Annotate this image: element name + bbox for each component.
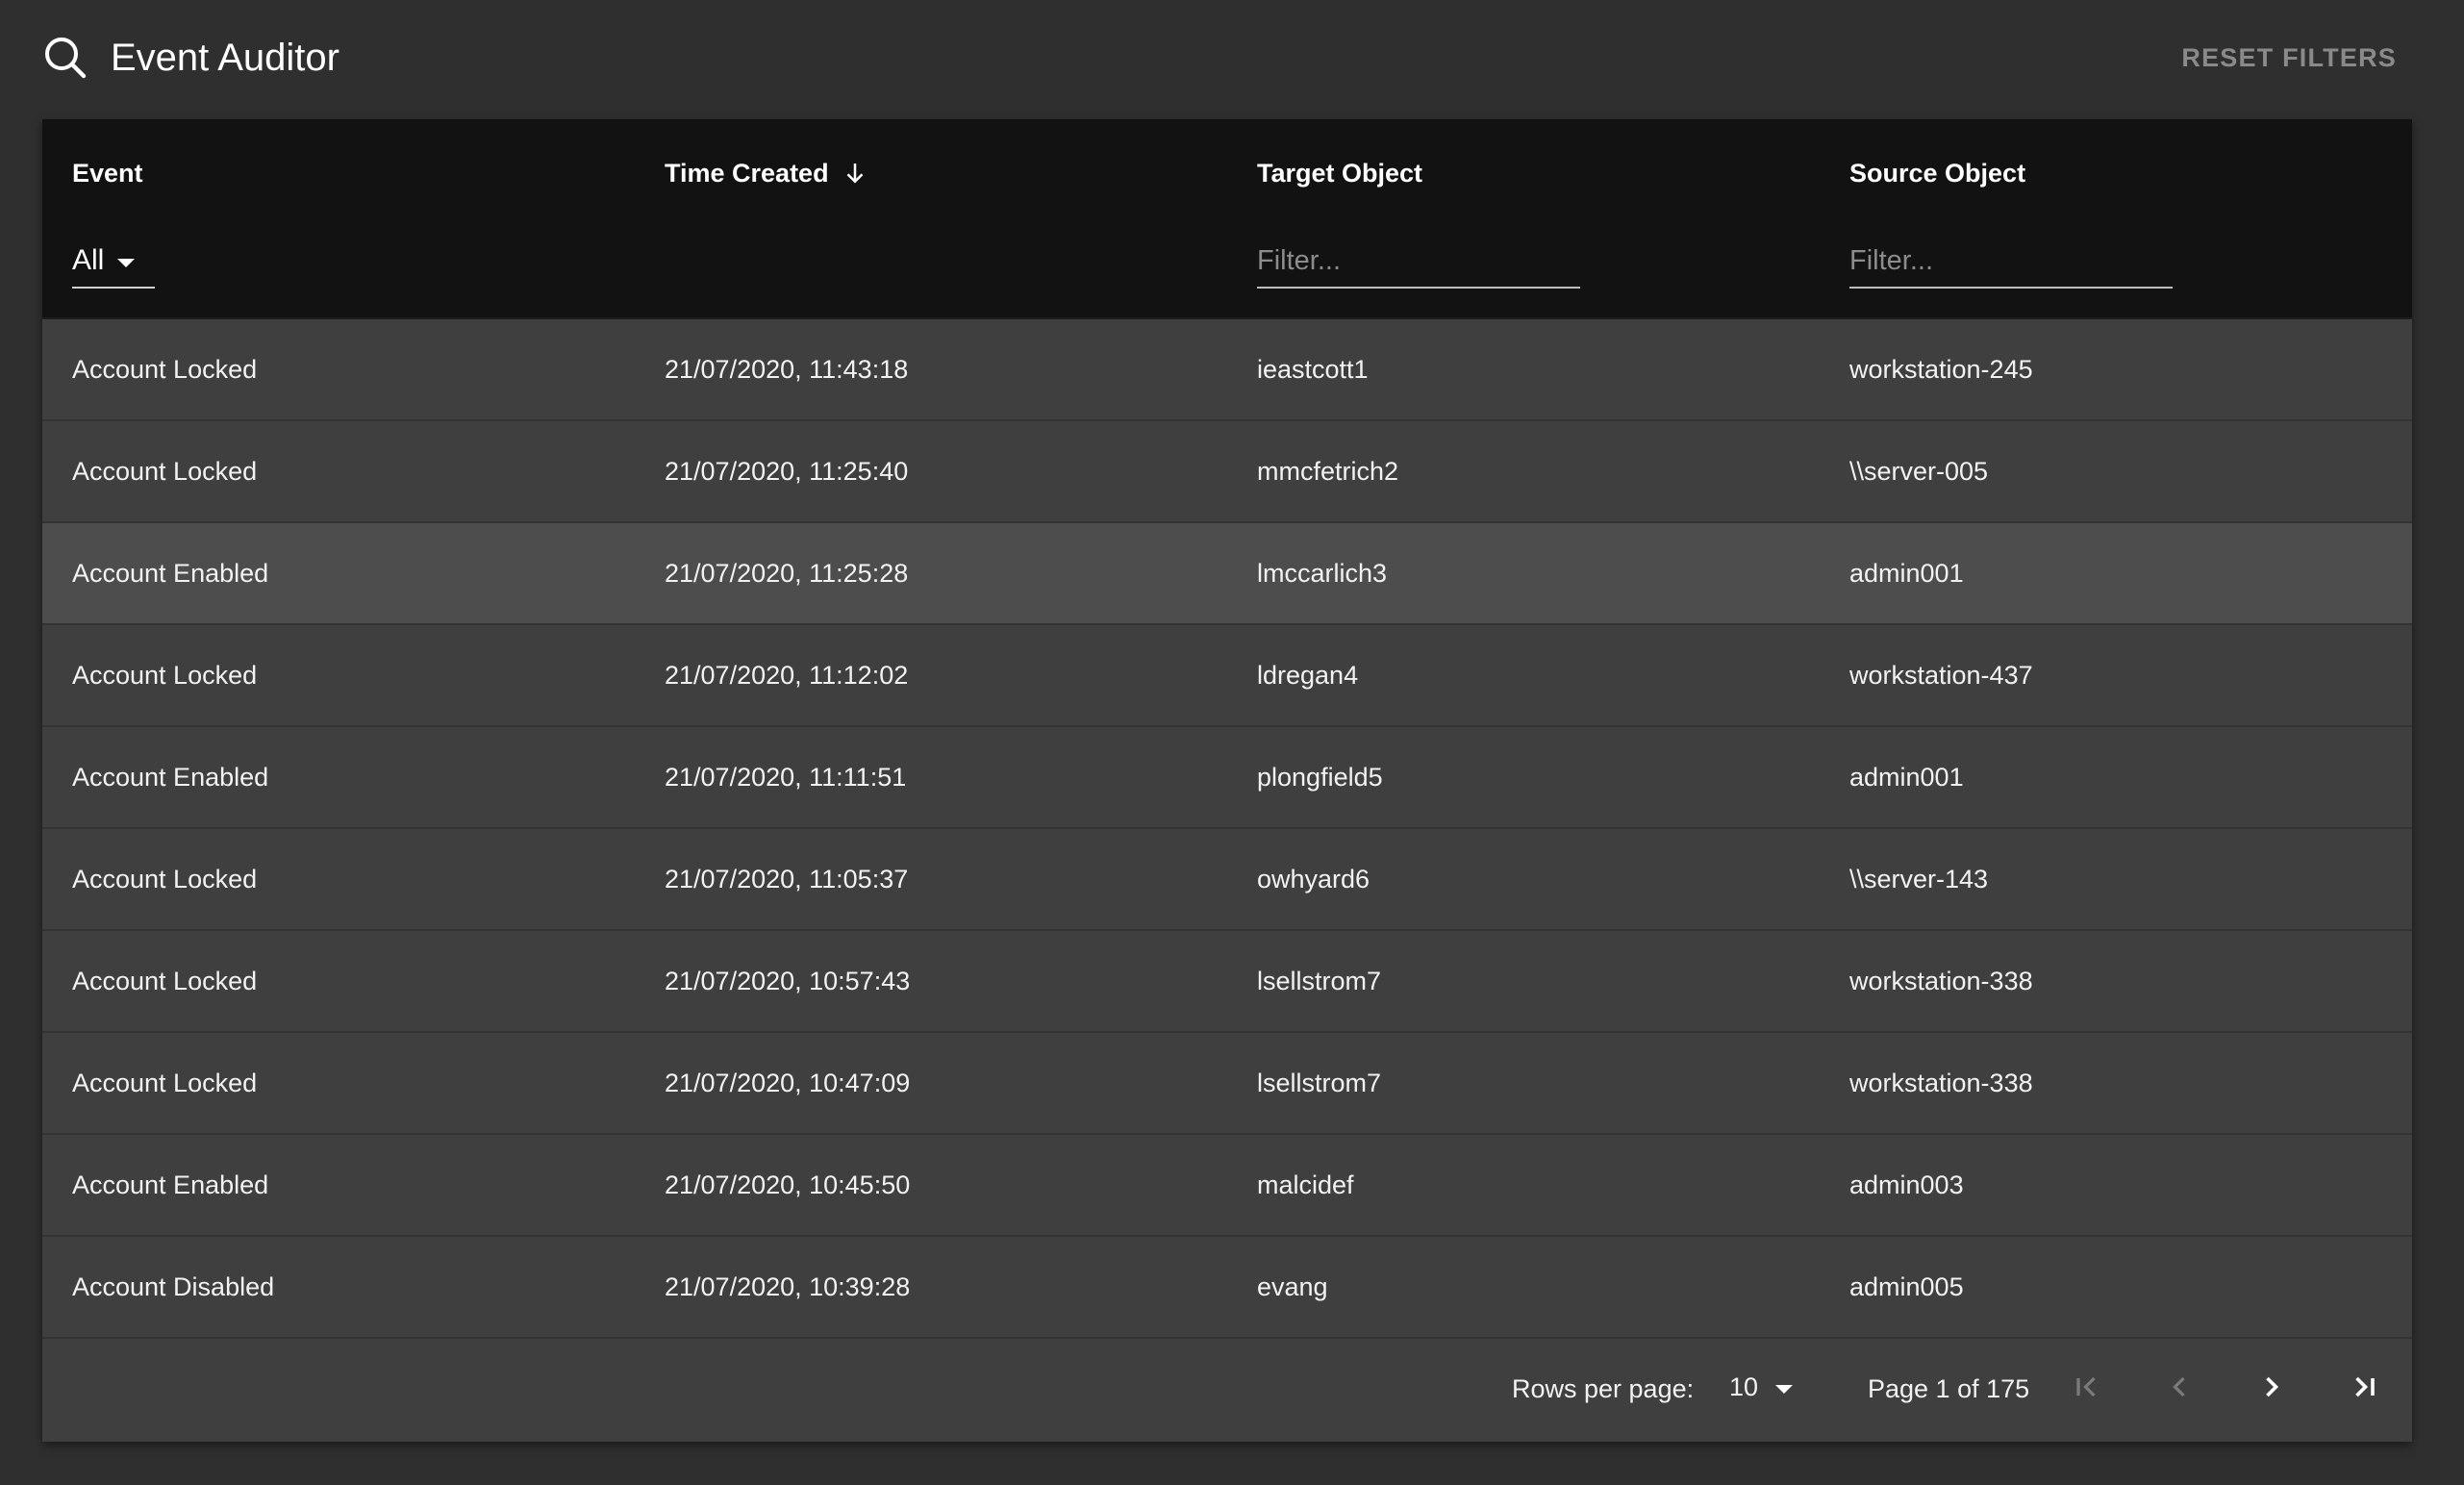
- source-cell: admin005: [1849, 1272, 1964, 1301]
- table-body: Account Locked 21/07/2020, 11:43:18 ieas…: [42, 319, 2412, 1339]
- event-cell: Account Locked: [72, 967, 258, 995]
- target-cell: ldregan4: [1257, 661, 1359, 690]
- target-cell: evang: [1257, 1272, 1328, 1301]
- chevron-left-icon: [2173, 1376, 2185, 1397]
- last-page-icon: [2355, 1376, 2375, 1397]
- event-cell: Account Enabled: [72, 763, 269, 792]
- table-row[interactable]: Account Disabled 21/07/2020, 10:39:28 ev…: [42, 1237, 2412, 1339]
- time-cell: 21/07/2020, 10:45:50: [665, 1170, 911, 1199]
- target-cell: lsellstrom7: [1257, 1069, 1382, 1097]
- event-cell: Account Locked: [72, 661, 258, 690]
- event-filter-select[interactable]: All: [72, 235, 155, 289]
- time-cell: 21/07/2020, 11:11:51: [665, 763, 907, 792]
- target-cell: owhyard6: [1257, 865, 1370, 894]
- event-cell: Account Enabled: [72, 1170, 269, 1199]
- rows-per-page-select[interactable]: 10: [1729, 1368, 1794, 1406]
- table-row[interactable]: Account Enabled 21/07/2020, 11:25:28 lmc…: [42, 523, 2412, 625]
- column-header-label: Target Object: [1257, 159, 1423, 188]
- next-page-button[interactable]: [2245, 1360, 2299, 1414]
- table-row[interactable]: Account Locked 21/07/2020, 11:43:18 ieas…: [42, 319, 2412, 421]
- caret-down-icon: [117, 258, 136, 267]
- first-page-icon: [2076, 1376, 2096, 1397]
- time-cell: 21/07/2020, 11:43:18: [665, 355, 909, 384]
- target-cell: lsellstrom7: [1257, 967, 1382, 995]
- source-cell: \\server-005: [1849, 457, 1989, 486]
- column-header-event: Event: [72, 156, 143, 190]
- previous-page-button[interactable]: [2152, 1360, 2206, 1414]
- source-cell: workstation-437: [1849, 661, 2033, 690]
- caret-down-icon: [1775, 1384, 1794, 1394]
- time-cell: 21/07/2020, 11:25:28: [665, 559, 909, 588]
- target-object-filter-input[interactable]: [1257, 235, 1580, 289]
- event-cell: Account Locked: [72, 457, 258, 486]
- page-info: Page 1 of 175: [1868, 1374, 2030, 1403]
- last-page-button[interactable]: [2337, 1360, 2391, 1414]
- time-cell: 21/07/2020, 11:12:02: [665, 661, 909, 690]
- table-row[interactable]: Account Locked 21/07/2020, 11:05:37 owhy…: [42, 829, 2412, 931]
- chevron-right-icon: [2266, 1376, 2279, 1397]
- source-cell: workstation-338: [1849, 1069, 2033, 1097]
- time-cell: 21/07/2020, 10:47:09: [665, 1069, 911, 1097]
- first-page-button[interactable]: [2060, 1360, 2114, 1414]
- target-cell: ieastcott1: [1257, 355, 1369, 384]
- target-cell: mmcfetrich2: [1257, 457, 1399, 486]
- target-cell: plongfield5: [1257, 763, 1383, 792]
- source-cell: \\server-143: [1849, 865, 1989, 894]
- event-filter-value: All: [72, 244, 105, 276]
- table-row[interactable]: Account Locked 21/07/2020, 10:57:43 lsel…: [42, 931, 2412, 1033]
- app-header: Event Auditor RESET FILTERS: [0, 0, 2464, 119]
- column-header-label: Event: [72, 159, 143, 188]
- event-cell: Account Enabled: [72, 559, 269, 588]
- table-pagination: Rows per page: 10 Page 1 of 175: [42, 1339, 2412, 1442]
- target-cell: malcidef: [1257, 1170, 1354, 1199]
- source-cell: workstation-245: [1849, 355, 2033, 384]
- event-cell: Account Disabled: [72, 1272, 275, 1301]
- time-cell: 21/07/2020, 10:39:28: [665, 1272, 911, 1301]
- rows-per-page-label: Rows per page:: [1512, 1374, 1695, 1403]
- page-title: Event Auditor: [111, 37, 339, 79]
- source-cell: admin001: [1849, 763, 1964, 792]
- time-cell: 21/07/2020, 11:25:40: [665, 457, 909, 486]
- target-cell: lmccarlich3: [1257, 559, 1388, 588]
- search-icon[interactable]: [42, 35, 88, 81]
- sort-descending-icon[interactable]: [841, 159, 869, 188]
- events-table: Event Time Created Target Object Source …: [42, 119, 2412, 1442]
- column-header-label: Time Created: [665, 159, 829, 188]
- source-cell: workstation-338: [1849, 967, 2033, 995]
- table-row[interactable]: Account Locked 21/07/2020, 11:25:40 mmcf…: [42, 421, 2412, 523]
- source-cell: admin003: [1849, 1170, 1964, 1199]
- table-row[interactable]: Account Locked 21/07/2020, 11:12:02 ldre…: [42, 625, 2412, 727]
- reset-filters-button[interactable]: RESET FILTERS: [2181, 38, 2397, 77]
- column-header-time-created[interactable]: Time Created: [665, 156, 869, 190]
- column-header-source-object: Source Object: [1849, 156, 2025, 190]
- column-header-target-object: Target Object: [1257, 156, 1422, 190]
- time-cell: 21/07/2020, 11:05:37: [665, 865, 909, 894]
- event-cell: Account Locked: [72, 865, 258, 894]
- source-object-filter-input[interactable]: [1849, 235, 2173, 289]
- event-cell: Account Locked: [72, 1069, 258, 1097]
- column-header-label: Source Object: [1849, 159, 2026, 188]
- table-row[interactable]: Account Enabled 21/07/2020, 10:45:50 mal…: [42, 1135, 2412, 1237]
- event-cell: Account Locked: [72, 355, 258, 384]
- table-row[interactable]: Account Enabled 21/07/2020, 11:11:51 plo…: [42, 727, 2412, 829]
- source-cell: admin001: [1849, 559, 1964, 588]
- rows-per-page-value: 10: [1729, 1372, 1759, 1401]
- table-row[interactable]: Account Locked 21/07/2020, 10:47:09 lsel…: [42, 1033, 2412, 1135]
- time-cell: 21/07/2020, 10:57:43: [665, 967, 911, 995]
- table-header: Event Time Created Target Object Source …: [42, 119, 2412, 319]
